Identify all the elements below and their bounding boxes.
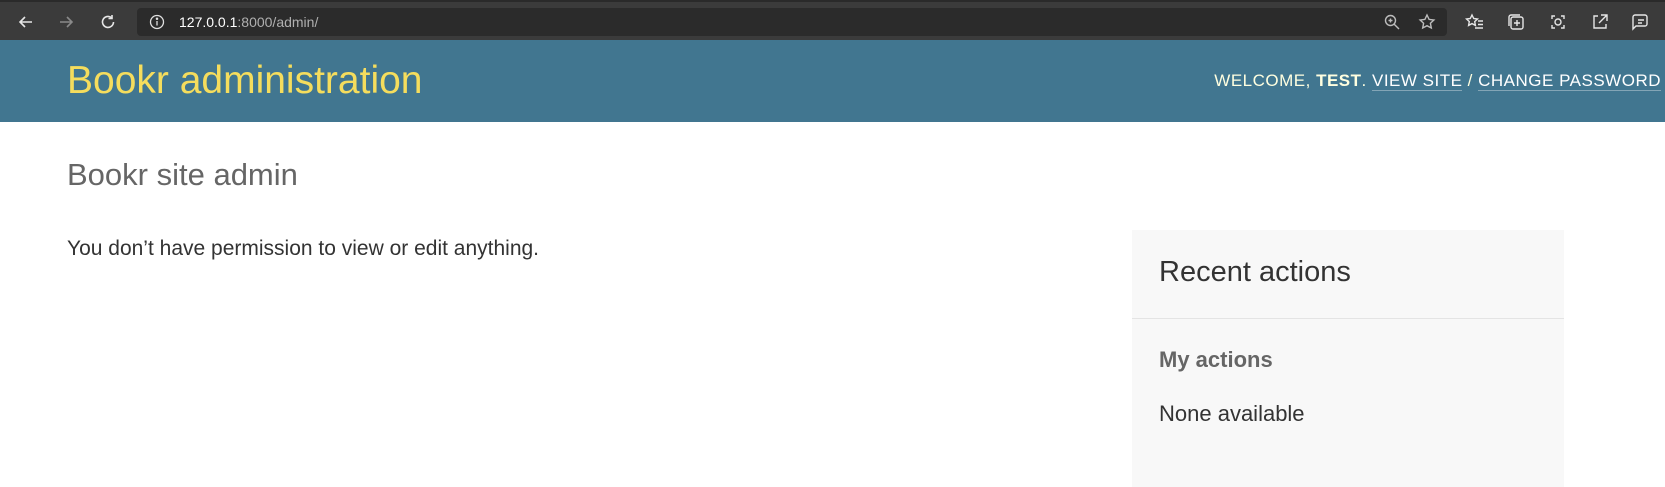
browser-toolbar: 127.0.0.1:8000/admin/ bbox=[0, 0, 1665, 40]
recent-actions-title: Recent actions bbox=[1159, 256, 1351, 288]
collections-icon[interactable] bbox=[1506, 12, 1526, 32]
welcome-prefix: WELCOME, bbox=[1214, 71, 1317, 90]
recent-actions-divider bbox=[1132, 318, 1564, 319]
none-available-text: None available bbox=[1159, 401, 1305, 426]
welcome-suffix: . bbox=[1361, 71, 1372, 90]
url-path: :8000/admin/ bbox=[237, 14, 319, 30]
permission-message: You don’t have permission to view or edi… bbox=[67, 237, 540, 260]
user-tools-separator: / bbox=[1462, 71, 1479, 90]
star-icon[interactable] bbox=[1418, 13, 1436, 31]
view-site-link[interactable]: VIEW SITE bbox=[1371, 71, 1463, 91]
my-actions-title: My actions bbox=[1159, 347, 1273, 372]
extensions-icon[interactable] bbox=[1548, 12, 1568, 32]
reload-icon[interactable] bbox=[95, 9, 121, 35]
recent-actions-module: Recent actions My actions None available bbox=[1132, 230, 1564, 487]
username: TEST bbox=[1316, 71, 1362, 90]
forward-arrow-icon[interactable] bbox=[53, 9, 79, 35]
zoom-icon[interactable] bbox=[1383, 13, 1401, 31]
share-icon[interactable] bbox=[1590, 12, 1610, 32]
admin-header: Bookr administration WELCOME, TEST. VIEW… bbox=[0, 40, 1665, 122]
address-bar[interactable]: 127.0.0.1:8000/admin/ bbox=[137, 8, 1447, 36]
feedback-icon[interactable] bbox=[1630, 12, 1650, 32]
change-password-link[interactable]: CHANGE PASSWORD bbox=[1478, 71, 1661, 91]
favorites-icon[interactable] bbox=[1465, 12, 1485, 32]
user-tools: WELCOME, TEST. VIEW SITE / CHANGE PASSWO… bbox=[1214, 70, 1661, 92]
site-branding[interactable]: Bookr administration bbox=[67, 58, 423, 104]
back-arrow-icon[interactable] bbox=[13, 9, 39, 35]
url-host: 127.0.0.1 bbox=[179, 14, 238, 30]
page-title: Bookr site admin bbox=[67, 157, 298, 192]
info-icon[interactable] bbox=[149, 14, 165, 30]
url-text[interactable]: 127.0.0.1:8000/admin/ bbox=[179, 14, 318, 30]
